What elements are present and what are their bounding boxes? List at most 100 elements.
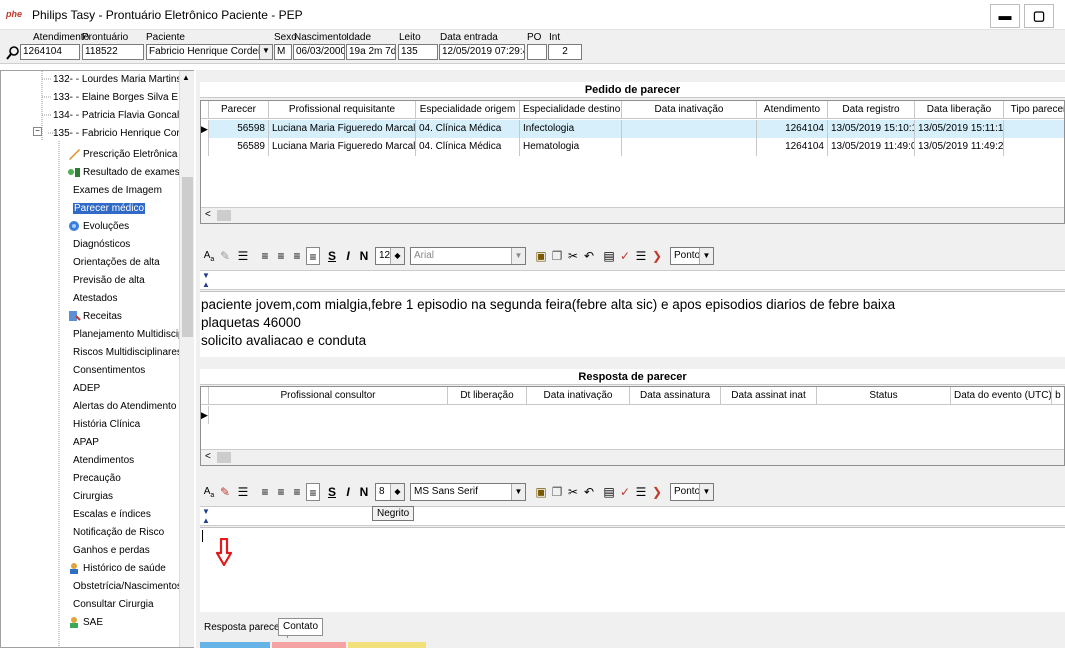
po-field[interactable]: [527, 44, 547, 60]
paciente-dropdown-icon[interactable]: ▼: [259, 44, 273, 60]
tree-item-receitas[interactable]: Receitas: [67, 308, 122, 326]
col-especialidade-destino[interactable]: Especialidade destino: [520, 101, 622, 119]
tree-item-exames-imagem[interactable]: Exames de Imagem: [73, 182, 162, 200]
italic-icon[interactable]: I: [342, 483, 354, 501]
nascimento-field[interactable]: 06/03/2000: [293, 44, 345, 60]
page-icon[interactable]: ▤: [602, 483, 616, 501]
col-data-evento-utc[interactable]: Data do evento (UTC): [951, 387, 1052, 405]
bold-icon[interactable]: N: [358, 247, 370, 265]
chevron-down-icon[interactable]: ▼: [511, 484, 525, 500]
col-parecer[interactable]: Parecer: [209, 101, 269, 119]
tree-item-evolucoes[interactable]: Evoluções: [67, 218, 129, 236]
tree-item-previsao-alta[interactable]: Previsão de alta: [73, 272, 145, 290]
page-icon[interactable]: ▤: [602, 247, 616, 265]
style-select[interactable]: Ponto ▼: [670, 483, 714, 501]
tree-item-orientacoes-alta[interactable]: Orientações de alta: [73, 254, 160, 272]
align-right-icon[interactable]: ≡: [290, 483, 304, 501]
chevron-down-icon[interactable]: ▼: [699, 484, 713, 500]
col-data-assinat-inat[interactable]: Data assinat inat: [721, 387, 817, 405]
line-spacing-icon[interactable]: ☰: [634, 247, 648, 265]
col-especialidade-origem[interactable]: Especialidade origem: [416, 101, 520, 119]
align-center-icon[interactable]: ≡: [274, 247, 288, 265]
spellcheck-icon[interactable]: ✓: [618, 247, 632, 265]
tree-item-historia-clinica[interactable]: História Clínica: [73, 416, 140, 434]
restore-button[interactable]: ▢: [1024, 4, 1054, 28]
line-spacing-icon[interactable]: ☰: [634, 483, 648, 501]
col-dt-liberacao[interactable]: Dt liberação: [448, 387, 527, 405]
col-profissional-consultor[interactable]: Profissional consultor: [209, 387, 448, 405]
chevron-down-icon[interactable]: ▼: [511, 248, 525, 264]
paste-icon[interactable]: ▣: [534, 247, 548, 265]
align-left-icon[interactable]: ≡: [258, 483, 272, 501]
leito-field[interactable]: 135: [398, 44, 438, 60]
signature-icon[interactable]: ❯: [650, 247, 664, 265]
justify-icon[interactable]: ≡: [306, 483, 320, 501]
tree-patient-133[interactable]: 133- - Elaine Borges Silva E Li: [53, 89, 179, 107]
tree-item-historico-saude[interactable]: Histórico de saúde: [67, 560, 166, 578]
tree-item-notificacao-risco[interactable]: Notificação de Risco: [73, 524, 164, 542]
tree-patient-135[interactable]: 135- - Fabricio Henrique Corde: [53, 125, 179, 143]
col-status[interactable]: Status: [817, 387, 951, 405]
col-atendimento[interactable]: Atendimento: [757, 101, 828, 119]
tab-resposta-parecer[interactable]: Resposta parecer: [200, 620, 288, 638]
italic-icon[interactable]: I: [342, 247, 354, 265]
tree-item-precaucao[interactable]: Precaução: [73, 470, 121, 488]
scroll-left-icon[interactable]: <: [205, 209, 211, 220]
table-row[interactable]: ▶ 56598 Luciana Maria Figueredo Marcal F…: [201, 120, 1064, 138]
tree-item-atestados[interactable]: Atestados: [73, 290, 117, 308]
atendimento-field[interactable]: 1264104: [20, 44, 80, 60]
spinner-icon[interactable]: ◆: [390, 484, 404, 500]
highlight-icon[interactable]: ✎: [218, 247, 232, 265]
spellcheck-icon[interactable]: ✓: [618, 483, 632, 501]
sexo-field[interactable]: M: [274, 44, 292, 60]
table-row[interactable]: 56589 Luciana Maria Figueredo Marcal Far…: [201, 138, 1064, 156]
signature-icon[interactable]: ❯: [650, 483, 664, 501]
tree-item-consultar-cirurgia[interactable]: Consultar Cirurgia: [73, 596, 154, 614]
col-data-registro[interactable]: Data registro: [828, 101, 915, 119]
tree-item-adep[interactable]: ADEP: [73, 380, 100, 398]
idade-field[interactable]: 19a 2m 7d: [346, 44, 396, 60]
scroll-up-icon[interactable]: ▲: [182, 73, 190, 82]
undo-icon[interactable]: ↶: [582, 247, 596, 265]
cut-icon[interactable]: ✂: [566, 483, 580, 501]
tree-item-planejamento[interactable]: Planejamento Multidisciplin: [73, 326, 179, 344]
data-entrada-field[interactable]: 12/05/2019 07:29:45: [439, 44, 525, 60]
tree-patient-134[interactable]: 134- - Patricia Flavia Goncalve: [53, 107, 179, 125]
tree-item-obstetricia[interactable]: Obstetrícia/Nascimentos: [73, 578, 179, 596]
tree-scrollbar[interactable]: ▲: [179, 71, 194, 647]
align-left-icon[interactable]: ≡: [258, 247, 272, 265]
font-size-icon[interactable]: Aa: [202, 483, 216, 501]
collapse-icon[interactable]: −: [33, 127, 42, 136]
tree-item-cirurgias[interactable]: Cirurgias: [73, 488, 113, 506]
tree-item-sae[interactable]: SAE: [67, 614, 103, 632]
tree-item-consentimentos[interactable]: Consentimentos: [73, 362, 145, 380]
tree-patient-132[interactable]: 132- - Lourdes Maria Martins F: [53, 71, 179, 89]
tree-item-diagnosticos[interactable]: Diagnósticos: [73, 236, 130, 254]
tree-item-alertas[interactable]: Alertas do Atendimento: [73, 398, 176, 416]
tree-item-resultado-exames[interactable]: Resultado de exames la: [67, 164, 179, 182]
hscroll-thumb[interactable]: [217, 210, 231, 221]
resposta-hscrollbar[interactable]: <: [201, 449, 1064, 465]
col-profissional-requisitante[interactable]: Profissional requisitante: [269, 101, 416, 119]
col-data-inativacao[interactable]: Data inativação: [622, 101, 757, 119]
table-row[interactable]: ▶: [201, 406, 1064, 424]
int-field[interactable]: 2: [548, 44, 582, 60]
tree-item-prescricao[interactable]: Prescrição Eletrônica: [67, 146, 177, 164]
justify-icon[interactable]: ≡: [306, 247, 320, 265]
hscroll-thumb[interactable]: [217, 452, 231, 463]
underline-icon[interactable]: S: [326, 483, 338, 501]
search-icon[interactable]: [6, 46, 20, 60]
highlight-icon[interactable]: ✎: [218, 483, 232, 501]
scroll-left-icon[interactable]: <: [205, 451, 211, 462]
col-reg[interactable]: b reg: [1052, 387, 1064, 405]
style-select[interactable]: Ponto ▼: [670, 247, 714, 265]
tree-item-apap[interactable]: APAP: [73, 434, 99, 452]
col-data-assinatura[interactable]: Data assinatura: [630, 387, 721, 405]
tree-scroll-thumb[interactable]: [182, 177, 193, 337]
col-data-liberacao[interactable]: Data liberação: [915, 101, 1004, 119]
copy-icon[interactable]: ❐: [550, 483, 564, 501]
tree-item-escalas[interactable]: Escalas e índices: [73, 506, 151, 524]
align-center-icon[interactable]: ≡: [274, 483, 288, 501]
tab-contato[interactable]: Contato: [278, 618, 324, 636]
font-name-select[interactable]: MS Sans Serif ▼: [410, 483, 526, 501]
